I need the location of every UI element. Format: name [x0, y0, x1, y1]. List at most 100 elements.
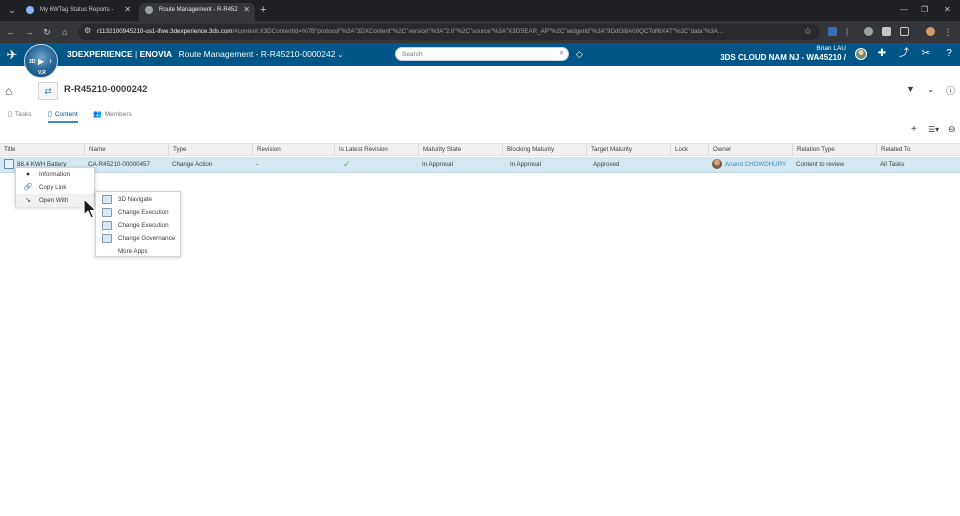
filter-icon[interactable]: ▼ [906, 84, 915, 94]
table-row[interactable]: 88.4 KWH Battery CA-R45210-00000457 Chan… [0, 157, 960, 173]
address-url[interactable]: r1132100945210-us1-ifwe.3dexperience.3ds… [97, 28, 797, 35]
tab-members[interactable]: 👥 Members [93, 110, 132, 118]
route-object-icon: ⇄ [38, 82, 58, 100]
column-header-relation-type[interactable]: Relation Type [792, 144, 876, 156]
search-field[interactable]: ⌕ [395, 47, 569, 61]
brand-app: ENOVIA [139, 49, 173, 59]
tab-label: Members [104, 111, 132, 118]
forward-icon[interactable]: → [23, 26, 35, 38]
column-header-lock[interactable]: Lock [670, 144, 708, 156]
column-header-target-maturity[interactable]: Target Maturity [586, 144, 670, 156]
site-info-icon[interactable]: ⚙ [84, 26, 91, 35]
address-bar[interactable]: ⚙ r1132100945210-us1-ifwe.3dexperience.3… [78, 24, 820, 40]
menu-item-label: Change Execution [118, 222, 169, 229]
info-icon[interactable]: ⓘ [946, 84, 955, 97]
user-info[interactable]: Brian LAU 3DS CLOUD NAM NJ - WA45210 / [720, 45, 846, 62]
restore-icon[interactable]: ❐ [921, 4, 928, 16]
browser-tab-route-management[interactable]: Route Management - R-R452 ✕ [139, 3, 255, 21]
extensions-puzzle-icon[interactable] [900, 27, 909, 36]
reload-icon[interactable]: ↻ [41, 26, 53, 38]
home-icon[interactable]: ⌂ [59, 26, 71, 38]
menu-item-information[interactable]: ● Information [16, 168, 94, 181]
column-header-name[interactable]: Name [84, 144, 168, 156]
tab-search-icon[interactable]: ⌄ [6, 4, 18, 16]
column-header-related-to[interactable]: Related To [876, 144, 960, 156]
user-avatar[interactable] [855, 48, 867, 60]
cell-target-maturity: Approved [593, 161, 620, 168]
tab-title: Route Management - R-R452 [159, 7, 238, 13]
tag-icon[interactable]: ◇ [576, 49, 583, 60]
column-header-revision[interactable]: Revision [252, 144, 334, 156]
menu-item-change-execution[interactable]: Change Execution [96, 219, 180, 232]
object-title: R-R45210-0000242 [64, 84, 148, 95]
menu-item-label: Open With [39, 197, 69, 204]
widget-title-bar[interactable]: 3DEXPERIENCE | ENOVIA Route Management -… [67, 49, 343, 59]
tasks-icon: ▯ [8, 111, 12, 118]
tab-tasks[interactable]: ▯ Tasks [8, 110, 31, 118]
bookmark-star-icon[interactable]: ☆ [804, 26, 812, 37]
open-with-submenu: 3D Navigate Change Execution Change Exec… [95, 191, 181, 257]
change-execution-app-icon [102, 208, 112, 217]
url-path: /#content:X3DContentId=%7B"protocol"%3A"… [232, 28, 724, 35]
change-governance-app-icon [102, 234, 112, 243]
tab-content[interactable]: ▯ Content [48, 110, 78, 123]
browser-tab-status-reports[interactable]: My 6WTag Status Reports - ✕ [20, 3, 136, 21]
tab-favicon-icon [145, 6, 153, 14]
extension-icon[interactable] [828, 27, 837, 36]
chevron-down-icon[interactable]: ⌄ [337, 52, 343, 59]
menu-item-label: Change Governance [118, 235, 176, 242]
compass-icon[interactable]: 3D ▶ i V,R [24, 44, 58, 78]
browser-toolbar: ← → ↻ ⌂ ⚙ r1132100945210-us1-ifwe.3dexpe… [0, 21, 960, 43]
column-header-type[interactable]: Type [168, 144, 252, 156]
tab-label: Tasks [14, 111, 32, 118]
column-header-maturity-state[interactable]: Maturity State [418, 144, 502, 156]
menu-item-label: Change Execution [118, 209, 169, 216]
menu-item-change-governance[interactable]: Change Governance [96, 232, 180, 245]
user-name: Brian LAU [816, 45, 846, 52]
search-icon[interactable]: ⌕ [560, 48, 564, 58]
tools-icon[interactable]: ✂ [920, 48, 932, 60]
tab-close-icon[interactable]: ✕ [124, 3, 131, 17]
open-with-icon: ↘ [25, 197, 31, 204]
column-header-blocking-maturity[interactable]: Blocking Maturity [502, 144, 586, 156]
cell-is-latest-revision: ✓ [334, 157, 418, 172]
home-icon[interactable]: ⌂ [5, 84, 12, 98]
column-header-owner[interactable]: Owner [708, 144, 792, 156]
profile-avatar[interactable] [926, 27, 935, 36]
menu-item-copy-link[interactable]: 🔗 Copy Link [16, 181, 94, 194]
compass-label-vr: V,R [38, 70, 46, 76]
window-close-icon[interactable]: ✕ [944, 4, 951, 16]
menu-item-3d-navigate[interactable]: 3D Navigate [96, 193, 180, 206]
new-tab-icon[interactable]: + [260, 4, 266, 16]
column-header-title[interactable]: Title [0, 144, 84, 156]
brand-separator: | [132, 49, 140, 59]
owner-name[interactable]: Anand CHOWDHURY [725, 161, 786, 168]
search-input[interactable] [402, 49, 552, 60]
url-host: r1132100945210-us1-ifwe.3dexperience.3ds… [97, 28, 233, 35]
add-content-icon[interactable]: + [911, 124, 917, 135]
back-icon[interactable]: ← [5, 26, 17, 38]
info-icon: ● [25, 171, 31, 178]
menu-item-more-apps[interactable]: More Apps [96, 245, 180, 258]
help-icon[interactable]: ? [943, 48, 955, 60]
view-options-icon[interactable]: ☰▾ [928, 125, 939, 134]
compass-label-i: i [50, 59, 52, 65]
extension-icon[interactable] [882, 27, 891, 36]
minimize-icon[interactable]: — [900, 4, 908, 16]
extension-icon[interactable] [864, 27, 873, 36]
browser-menu-icon[interactable]: ⋮ [942, 26, 954, 38]
tenant-name: 3DS CLOUD NAM NJ - WA45210 / [720, 53, 846, 62]
add-icon[interactable]: ✚ [876, 48, 888, 60]
tab-favicon-icon [26, 6, 34, 14]
column-header-is-latest-revision[interactable]: Is Latest Revision [334, 144, 418, 156]
object-tabs: ▯ Tasks ▯ Content 👥 Members [0, 108, 960, 123]
tab-close-icon[interactable]: ✕ [243, 3, 250, 17]
collapse-chevron-icon[interactable]: ⌄ [927, 84, 935, 95]
change-action-icon [4, 159, 14, 170]
cell-owner[interactable]: Anand CHOWDHURY [708, 157, 792, 172]
menu-item-change-execution[interactable]: Change Execution [96, 206, 180, 219]
share-icon[interactable]: ⤴ [898, 48, 910, 60]
widget-title: Route Management - R-R45210-0000242 [178, 49, 336, 59]
remove-icon[interactable]: ⊖ [948, 124, 956, 135]
divider-icon: | [846, 27, 855, 36]
